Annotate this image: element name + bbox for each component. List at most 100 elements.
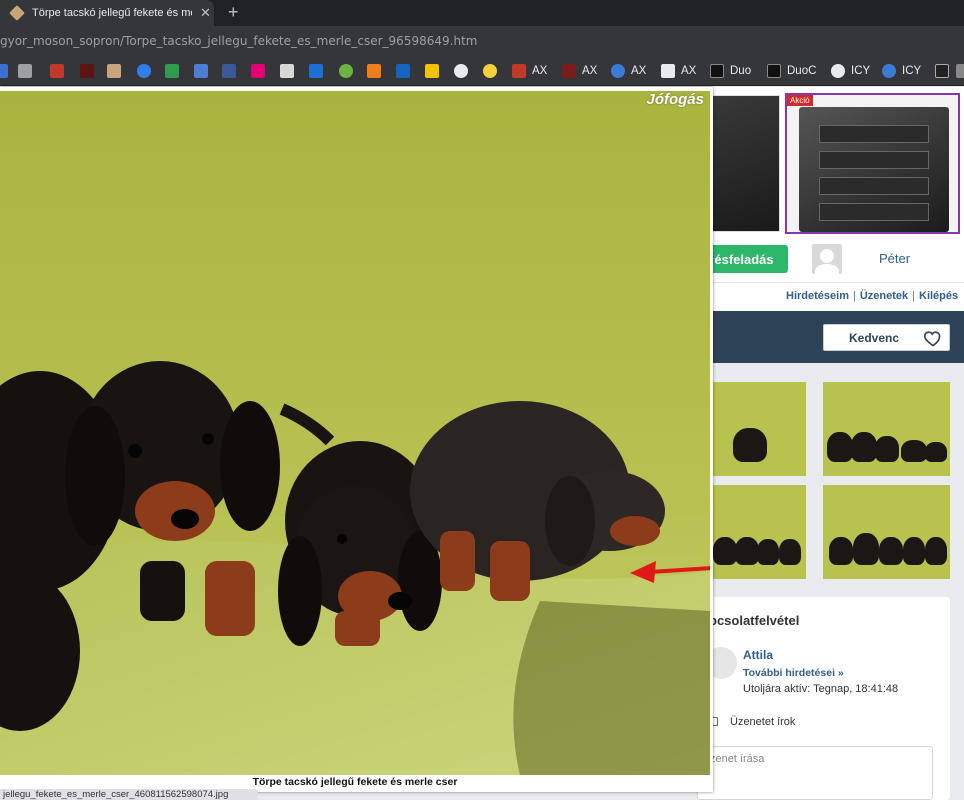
favorite-label: Kedvenc xyxy=(849,330,900,345)
bookmark-2[interactable] xyxy=(18,63,32,79)
ad-banner[interactable]: Akció xyxy=(785,93,960,234)
bookmark-10[interactable] xyxy=(251,63,265,79)
bookmark-8[interactable] xyxy=(194,63,208,79)
ad-badge: Akció xyxy=(787,95,813,106)
bookmark-21[interactable]: AX xyxy=(611,63,646,79)
bookmark-3[interactable] xyxy=(50,63,64,79)
favorite-button[interactable]: Kedvenc xyxy=(823,324,950,351)
bookmark-label: ICY xyxy=(851,65,871,77)
bookmark-9[interactable] xyxy=(222,63,236,79)
bookmark-28[interactable] xyxy=(956,63,964,79)
gallery-thumbnail[interactable] xyxy=(705,485,806,579)
globe-icon xyxy=(454,64,468,78)
puppy-right-leg xyxy=(490,541,530,601)
tab-strip: Törpe tacskó jellegű fekete és mer ✕ + xyxy=(0,0,964,26)
nav-messages[interactable]: Üzenetek xyxy=(860,290,908,302)
message-input[interactable]: zenet írása xyxy=(697,746,933,800)
thumbnail-subject xyxy=(733,428,767,462)
bookmark-icon xyxy=(396,64,410,78)
gallery-thumbnail[interactable] xyxy=(823,382,950,476)
puppy-right-ear xyxy=(545,476,595,566)
bookmark-20[interactable]: AX xyxy=(562,63,597,79)
bookmark-22[interactable]: AX xyxy=(661,63,696,79)
bookmark-icon xyxy=(0,64,8,78)
divider xyxy=(700,282,964,283)
bookmark-4[interactable] xyxy=(80,63,94,79)
ad-product-slot xyxy=(819,151,929,169)
bookmark-12[interactable] xyxy=(309,63,323,79)
puppy-left-ear xyxy=(65,406,125,546)
amazon-icon xyxy=(661,64,675,78)
shadow xyxy=(513,601,710,775)
ad-image[interactable] xyxy=(702,95,780,232)
address-bar: gyor_moson_sopron/Torpe_tacsko_jellegu_f… xyxy=(0,26,964,56)
nav-logout[interactable]: Kilépés xyxy=(919,290,958,302)
puppy-middle-eye xyxy=(337,534,347,544)
post-ad-button[interactable]: ésfeladás xyxy=(700,245,788,273)
thumbnail-subject xyxy=(827,432,853,462)
puppy-middle-nose xyxy=(388,592,412,610)
thumbnail-subject xyxy=(903,537,925,565)
bookmark-26[interactable]: ICY xyxy=(882,63,921,79)
bookmark-18[interactable] xyxy=(483,63,497,79)
thumbnail-subject xyxy=(779,539,801,565)
thumbnail-subject xyxy=(757,539,779,565)
gallery-thumbnail[interactable] xyxy=(705,382,806,476)
puppies-photo-svg xyxy=(0,91,710,775)
bookmark-24[interactable]: DuoC xyxy=(767,63,816,79)
puppy-middle-ear xyxy=(278,536,322,646)
gallery-thumbnail[interactable] xyxy=(823,485,950,579)
user-name[interactable]: Péter xyxy=(879,251,910,266)
nav-my-ads[interactable]: Hirdetéseim xyxy=(786,290,849,302)
ad-product-slot xyxy=(819,203,929,221)
url-text[interactable]: gyor_moson_sopron/Torpe_tacsko_jellegu_f… xyxy=(0,34,477,48)
tab-close-icon[interactable]: ✕ xyxy=(200,5,211,21)
bookmark-icon xyxy=(935,64,949,78)
watermark: Jófogás xyxy=(646,91,704,108)
bookmark-1[interactable] xyxy=(0,63,8,79)
write-message-option[interactable]: Üzenetet írok xyxy=(730,716,795,728)
ad-product-image xyxy=(799,107,949,232)
bookmark-icon xyxy=(710,64,724,78)
bookmark-icon xyxy=(50,64,64,78)
bookmark-25[interactable]: ICY xyxy=(831,63,870,79)
bookmark-label: AX xyxy=(631,65,647,77)
bookmark-icon xyxy=(80,64,94,78)
thumbnail-subject xyxy=(829,537,853,565)
puppy-left-leg xyxy=(205,561,255,636)
user-nav: Hirdetéseim | Üzenetek | Kilépés xyxy=(786,290,958,302)
seller-more-ads-link[interactable]: További hirdetései » xyxy=(743,667,844,679)
bookmark-7[interactable] xyxy=(165,63,179,79)
new-tab-icon[interactable]: + xyxy=(228,2,239,23)
avatar[interactable] xyxy=(812,244,842,274)
thumbnail-subject xyxy=(735,537,759,565)
listing-photo[interactable]: Jófogás xyxy=(0,91,710,775)
bookmarks-bar: AX AX AX AX Duo DuoC ICY ICY xyxy=(0,56,964,86)
bookmark-16[interactable] xyxy=(425,63,439,79)
bookmark-label: AX xyxy=(582,65,598,77)
puppy-left-nose xyxy=(171,509,199,529)
bookmark-5[interactable] xyxy=(107,63,121,79)
bookmark-23[interactable]: Duo xyxy=(710,63,751,79)
bookmark-icon xyxy=(425,64,439,78)
bookmark-15[interactable] xyxy=(396,63,410,79)
bookmark-icon xyxy=(194,64,208,78)
bookmark-11[interactable] xyxy=(280,63,294,79)
seller-name[interactable]: Attila xyxy=(743,648,773,662)
thumbnail-subject xyxy=(925,442,947,462)
ad-product-slot xyxy=(819,125,929,143)
thumbnail-subject xyxy=(879,537,903,565)
bookmark-icon xyxy=(339,64,353,78)
puppy-middle-leg xyxy=(335,611,380,646)
bookmark-19[interactable]: AX xyxy=(512,63,547,79)
puppy-left-ear-2 xyxy=(220,401,280,531)
bookmark-14[interactable] xyxy=(367,63,381,79)
bookmark-27[interactable] xyxy=(935,63,949,79)
puppy-left-leg-2 xyxy=(140,561,185,621)
thumbnail-subject xyxy=(925,537,947,565)
bookmark-icon xyxy=(107,64,121,78)
bookmark-17[interactable] xyxy=(454,63,468,79)
tab-active[interactable]: Törpe tacskó jellegű fekete és mer ✕ xyxy=(0,0,214,26)
bookmark-6[interactable] xyxy=(137,63,151,79)
bookmark-13[interactable] xyxy=(339,63,353,79)
